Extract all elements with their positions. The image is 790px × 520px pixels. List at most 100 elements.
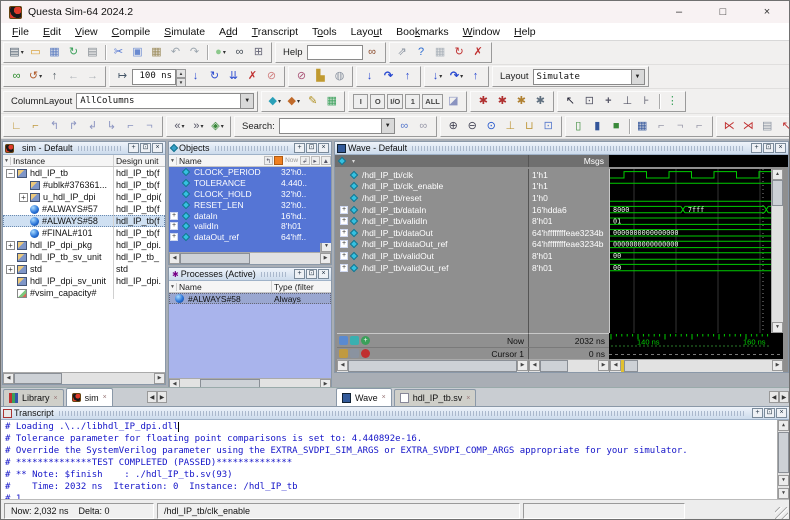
wave-signal-row[interactable]: +/hdl_IP_tb/dataOut xyxy=(337,227,528,239)
scroll-up-button[interactable]: ▲ xyxy=(772,169,783,180)
expand-toggle[interactable]: + xyxy=(340,240,348,248)
menu-view[interactable]: View xyxy=(68,25,105,39)
dock-button[interactable]: + xyxy=(294,269,305,279)
collapse-time-left-button-dropdown[interactable]: ▾ xyxy=(182,123,185,130)
menu-simulate[interactable]: Simulate xyxy=(157,25,212,39)
forward-button[interactable]: → xyxy=(84,68,101,85)
restart-button-dropdown[interactable]: ▾ xyxy=(39,73,42,80)
tree-row[interactable]: +stdstd xyxy=(3,263,165,275)
wave-signal-row[interactable]: /hdl_IP_tb/clk_enable xyxy=(337,181,528,193)
tree-row[interactable]: #ublk#376361...hdl_IP_tb(f xyxy=(3,179,165,191)
close-panel-button[interactable]: × xyxy=(318,143,329,153)
scroll-right-button[interactable]: ▶ xyxy=(320,253,331,264)
expand-toggle[interactable]: + xyxy=(19,193,28,202)
cursor-track[interactable] xyxy=(609,347,783,359)
close-button[interactable]: × xyxy=(745,1,789,23)
wave-edit-5-button[interactable]: ↲ xyxy=(84,118,101,135)
transcript-vscrollbar[interactable]: ▲ ▼ ▼ xyxy=(777,420,789,499)
scroll-down-button2[interactable]: ▼ xyxy=(778,488,789,499)
menu-help[interactable]: Help xyxy=(507,25,543,39)
help-input[interactable] xyxy=(307,45,363,60)
delete-x-button[interactable]: ✗ xyxy=(470,44,487,61)
object-row[interactable]: +dataIn16'hd.. xyxy=(169,210,331,221)
wave-signal-row[interactable]: +/hdl_IP_tb/validOut_ref xyxy=(337,262,528,274)
close-tab-button[interactable]: × xyxy=(54,395,58,402)
panel-grip[interactable] xyxy=(261,272,288,277)
zoom-full-button[interactable]: ⊙ xyxy=(483,118,500,135)
expand-toggle[interactable]: + xyxy=(170,212,178,220)
wave-edit-3-button[interactable]: ↰ xyxy=(46,118,63,135)
open-button[interactable]: ▭ xyxy=(27,44,44,61)
undock-button[interactable]: ⊡ xyxy=(763,143,774,153)
close-panel-button[interactable]: × xyxy=(152,143,163,153)
help-search-button[interactable]: ∞ xyxy=(364,44,381,61)
wave-panel-header[interactable]: Wave - Default + ⊡ × xyxy=(335,142,788,155)
tree-row[interactable]: #FINAL#101hdl_IP_tb(f xyxy=(3,227,165,239)
wave-canvas-hscrollbar[interactable]: ◀ ▶ xyxy=(610,359,783,372)
add-signal-icon[interactable] xyxy=(338,157,346,165)
add-to-wave-button-dropdown[interactable]: ▾ xyxy=(278,98,281,105)
wave-edit-4-button[interactable]: ↱ xyxy=(65,118,82,135)
back-button[interactable]: ← xyxy=(65,68,82,85)
zoom-in-button[interactable]: ⊕ xyxy=(445,118,462,135)
edit-cursor-icon[interactable] xyxy=(350,349,359,358)
search-forward-button[interactable]: ∞ xyxy=(396,118,413,135)
more-columns-icon[interactable]: ▸ xyxy=(311,156,320,165)
zoom-others-button[interactable]: ⊡ xyxy=(540,118,557,135)
menu-transcript[interactable]: Transcript xyxy=(245,25,305,39)
panel-grip[interactable] xyxy=(412,146,745,151)
export-report-button[interactable]: ▤ xyxy=(759,118,776,135)
step-over-context-button[interactable]: ↷▾ xyxy=(448,68,465,85)
add-to-list-button[interactable]: ◆▾ xyxy=(285,93,302,110)
tree-row[interactable]: #vsim_capacity# xyxy=(3,287,165,299)
wave-signal-row[interactable]: /hdl_IP_tb/reset xyxy=(337,192,528,204)
expand-time-button-dropdown[interactable]: ▾ xyxy=(221,123,224,130)
expand-toggle[interactable]: + xyxy=(6,241,15,250)
wave-values-hscrollbar[interactable]: ◀ ▶ xyxy=(529,359,609,372)
simulate-options-button[interactable]: ✱ xyxy=(475,93,492,110)
sim-panel-header[interactable]: sim - Default + ⊡ × xyxy=(3,142,165,155)
transcript-log[interactable]: ▲ ▼ ▼ # Loading .\../libhdl_IP_dpi.dll# … xyxy=(1,420,789,499)
run-length-input[interactable]: 100 ns▲▼ xyxy=(132,69,186,85)
dock-button[interactable]: + xyxy=(752,408,763,418)
tabs-scroll-right-button[interactable]: ▶ xyxy=(779,391,789,403)
memory-button[interactable]: ◍ xyxy=(331,68,348,85)
tree-row[interactable]: hdl_IP_dpi_sv_unithdl_IP_dpi. xyxy=(3,275,165,287)
traffic-light-button[interactable]: ⋮ xyxy=(664,93,681,110)
object-row[interactable]: +dataOut_ref64'hff.. xyxy=(169,232,331,243)
export-button[interactable]: ⇗ xyxy=(394,44,411,61)
profile-clear-button[interactable]: ⊘ xyxy=(293,68,310,85)
step-into-context-button-dropdown[interactable]: ▾ xyxy=(439,73,442,80)
wave-vscrollbar[interactable]: ▲ ▼ xyxy=(771,169,783,333)
restart-button[interactable]: ↺▾ xyxy=(27,68,44,85)
break-button[interactable]: ✗ xyxy=(244,68,261,85)
collapse-all-icon[interactable]: ↰ xyxy=(264,156,273,165)
menu-window[interactable]: Window xyxy=(456,25,507,39)
wave-signal-row[interactable]: +/hdl_IP_tb/dataOut_ref xyxy=(337,239,528,251)
scroll-down-button[interactable]: ▼ xyxy=(321,241,331,252)
left-tab-sim[interactable]: sim× xyxy=(66,388,113,406)
menu-tools[interactable]: Tools xyxy=(305,25,344,39)
coverage-options-button[interactable]: ✱ xyxy=(513,93,530,110)
wave-signal-row[interactable]: +/hdl_IP_tb/dataIn xyxy=(337,204,528,216)
panel-grip[interactable] xyxy=(215,146,288,151)
tabs-scroll-left-button[interactable]: ◀ xyxy=(147,391,157,403)
select-mode-button[interactable]: ↖ xyxy=(562,93,579,110)
close-tab-button[interactable]: × xyxy=(103,394,107,401)
rerun-button[interactable]: ↻ xyxy=(451,44,468,61)
run-length-icon[interactable]: ↦ xyxy=(114,68,131,85)
save-button[interactable]: ▦ xyxy=(46,44,63,61)
menu-add[interactable]: Add xyxy=(212,25,245,39)
expand-windows-button[interactable]: ⊞ xyxy=(250,44,267,61)
wave-group-button[interactable]: ▦ xyxy=(634,118,651,135)
pan-mode-button[interactable]: + xyxy=(600,93,617,110)
scroll-down-button[interactable]: ▼ xyxy=(772,322,783,333)
expand-toggle[interactable]: − xyxy=(6,169,15,178)
processes-panel-header[interactable]: ✱ Processes (Active) + ⊡ × xyxy=(169,268,331,281)
break-options-button[interactable]: ✱ xyxy=(494,93,511,110)
add-signal-dropdown[interactable]: ▾ xyxy=(352,158,355,165)
scroll-right-button[interactable]: ▶ xyxy=(598,360,609,371)
objects-panel-header[interactable]: Objects + ⊡ × xyxy=(169,142,331,155)
step-into-context-button[interactable]: ↓▾ xyxy=(429,68,446,85)
find-mode-button-dropdown[interactable]: ▾ xyxy=(223,49,226,56)
